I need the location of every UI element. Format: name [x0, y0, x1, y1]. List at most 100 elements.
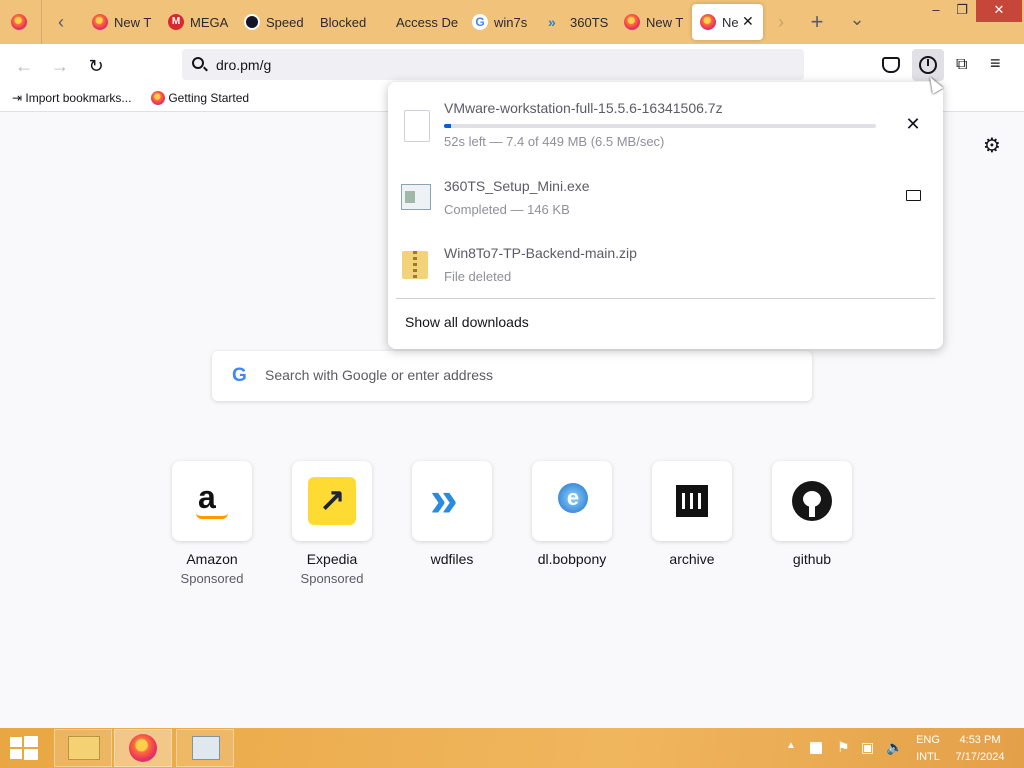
cancel-download-icon[interactable]: ✕ [901, 112, 925, 136]
minimize-button[interactable]: – [922, 0, 950, 22]
divider [396, 298, 935, 299]
bookmark-getting-started[interactable]: Getting Started [151, 91, 249, 105]
search-placeholder: Search with Google or enter address [265, 367, 494, 383]
clock-time[interactable]: 4:53 PM [950, 734, 1010, 746]
tab-label: New T [646, 15, 684, 30]
site-tile[interactable]: a [172, 461, 252, 541]
google-icon: G [232, 365, 247, 386]
firefox-icon [624, 14, 640, 30]
tab-label: win7s [494, 15, 528, 30]
pocket-icon[interactable] [882, 57, 900, 73]
downloads-progress-icon [919, 56, 937, 74]
site-name: archive [669, 551, 715, 567]
site-tile[interactable] [652, 461, 732, 541]
download-status: File deleted [444, 269, 512, 284]
download-item-360ts[interactable]: 360TS_Setup_Mini.exe Completed — 146 KB [388, 178, 943, 244]
tab-win7s[interactable]: G win7s [466, 0, 536, 44]
tab-360ts[interactable]: » 360TS [542, 0, 612, 44]
top-site-amazon[interactable]: a Amazon Sponsored [172, 461, 252, 586]
taskbar-firefox[interactable] [114, 729, 172, 767]
list-all-tabs-icon[interactable]: ⌄ [846, 8, 868, 30]
tab-access-denied[interactable]: Access De [390, 0, 460, 44]
taskbar-task-manager[interactable] [176, 729, 234, 767]
tab-active-new-tab[interactable]: Ne ✕ [692, 4, 763, 40]
clock-date[interactable]: 7/17/2024 [950, 751, 1010, 763]
gear-icon[interactable]: ⚙ [983, 133, 1001, 158]
site-tile[interactable]: ↗ [292, 461, 372, 541]
forward-arrow-icon[interactable]: → [46, 52, 74, 80]
expedia-arrow-icon: ↗ [308, 477, 356, 525]
volume-muted-icon[interactable]: 🔈 [886, 739, 903, 756]
bookmark-label: Import bookmarks... [25, 91, 132, 105]
tab-label: 360TS [570, 15, 609, 30]
tab-mega[interactable]: M MEGA [162, 0, 232, 44]
download-status: Completed — 146 KB [444, 202, 570, 217]
tab-speed[interactable]: Speed [238, 0, 308, 44]
chevron-double-icon: » [548, 14, 556, 30]
download-status: 52s left — 7.4 of 449 MB (6.5 MB/sec) [444, 134, 665, 149]
restore-button[interactable]: ❐ [948, 0, 976, 22]
tab-strip: ‹ New T M MEGA Speed Blocked Access De G… [0, 0, 1024, 44]
network-icon[interactable]: ▣ [861, 739, 874, 756]
google-icon: G [472, 14, 488, 30]
site-tile[interactable]: » [412, 461, 492, 541]
tab-new-tab-2[interactable]: New T [618, 0, 688, 44]
action-center-flag-icon[interactable]: ⚑ [837, 739, 850, 756]
firefox-icon [92, 14, 108, 30]
site-tile[interactable] [772, 461, 852, 541]
extensions-puzzle-icon[interactable]: ⧉ [956, 56, 967, 74]
sponsored-label: Sponsored [300, 571, 364, 586]
tab-label: Blocked [320, 15, 367, 30]
menu-hamburger-icon[interactable]: ≡ [990, 53, 1001, 74]
internet-explorer-icon: e [558, 483, 588, 513]
top-site-github[interactable]: github [772, 461, 852, 567]
download-filename: Win8To7-TP-Backend-main.zip [444, 245, 637, 261]
top-site-expedia[interactable]: ↗ Expedia Sponsored [292, 461, 372, 586]
back-arrow-icon[interactable]: ← [10, 52, 38, 80]
tab-new-tab-1[interactable]: New T [86, 0, 156, 44]
tray-app-icon[interactable] [810, 742, 822, 754]
url-text[interactable]: dro.pm/g [216, 57, 271, 73]
site-name: github [792, 551, 832, 567]
speedtest-icon [244, 14, 260, 30]
site-tile[interactable]: e [532, 461, 612, 541]
scroll-tabs-right-icon[interactable]: › [770, 11, 792, 33]
site-name: wdfiles [430, 551, 474, 567]
firefox-view-icon[interactable] [11, 14, 27, 30]
firefox-icon [129, 734, 157, 762]
reload-icon[interactable]: ↻ [82, 52, 110, 80]
downloads-panel: VMware-workstation-full-15.5.6-16341506.… [388, 82, 943, 349]
task-manager-icon [192, 736, 220, 760]
tab-label: Speed [266, 15, 304, 30]
close-tab-icon[interactable]: ✕ [742, 13, 754, 30]
language-indicator[interactable]: ENG [914, 734, 942, 746]
tab-blocked[interactable]: Blocked [314, 0, 384, 44]
new-tab-button[interactable]: + [806, 11, 828, 33]
folder-icon[interactable] [901, 184, 925, 208]
show-all-downloads-button[interactable]: Show all downloads [405, 314, 529, 330]
url-bar[interactable]: dro.pm/g [182, 49, 804, 80]
mega-icon: M [168, 14, 184, 30]
zip-icon [402, 251, 428, 279]
bookmark-import[interactable]: ⇥ Import bookmarks... [12, 91, 131, 105]
top-site-dl-bobpony[interactable]: e dl.bobpony [532, 461, 612, 567]
tab-strip-divider [41, 0, 42, 44]
download-item-win8to7[interactable]: Win8To7-TP-Backend-main.zip File deleted [388, 245, 943, 311]
newtab-search-box[interactable]: G Search with Google or enter address [212, 351, 812, 401]
keyboard-layout-indicator[interactable]: INTL [914, 751, 942, 763]
close-window-button[interactable]: ✕ [976, 0, 1022, 22]
download-filename: 360TS_Setup_Mini.exe [444, 178, 590, 194]
download-progress-bar [444, 124, 876, 128]
bookmark-label: Getting Started [168, 91, 250, 105]
show-hidden-icons-icon[interactable]: ▲ [786, 740, 796, 751]
taskbar-file-explorer[interactable] [54, 729, 112, 767]
top-site-archive[interactable]: archive [652, 461, 732, 567]
scroll-tabs-left-icon[interactable]: ‹ [50, 11, 72, 33]
download-progress-fill [444, 124, 451, 128]
site-name: Amazon [186, 551, 238, 567]
windows-start-icon[interactable] [10, 736, 38, 760]
archive-building-icon [676, 485, 708, 517]
downloads-button[interactable] [912, 49, 944, 81]
download-item-vmware[interactable]: VMware-workstation-full-15.5.6-16341506.… [388, 100, 943, 166]
top-site-wdfiles[interactable]: » wdfiles [412, 461, 492, 567]
